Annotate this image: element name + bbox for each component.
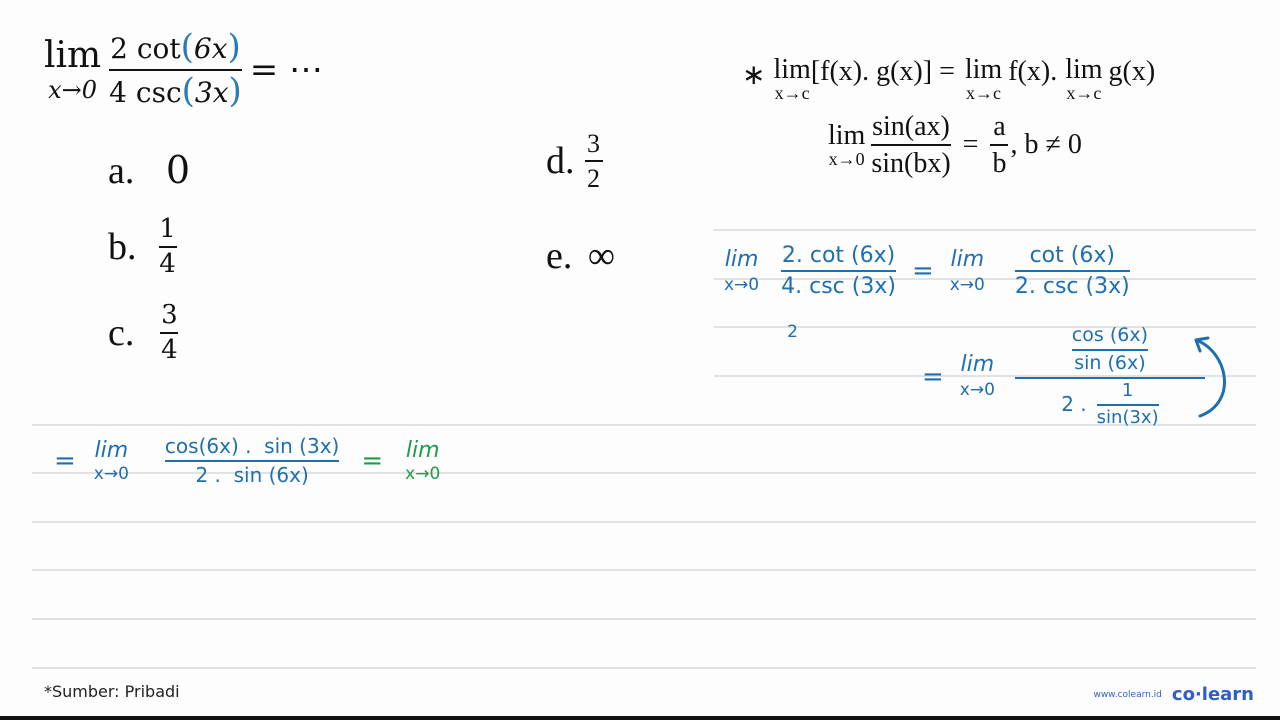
ruled-line — [32, 521, 1256, 523]
colearn-logo: co·learn — [1171, 684, 1254, 705]
brand-block[interactable]: www.colearn.id co·learn — [1093, 684, 1254, 705]
question-tail: = ⋯ — [249, 49, 324, 90]
fraction-bar — [109, 68, 242, 71]
ruled-line — [32, 618, 1256, 620]
option-a[interactable]: a. 0 — [108, 148, 190, 193]
option-c-fraction: 3 4 — [160, 300, 179, 366]
question-denominator: 4 csc(3x) — [109, 70, 242, 111]
option-d-fraction: 3 2 — [584, 130, 603, 193]
ruled-line — [32, 569, 1256, 571]
option-c[interactable]: c. 3 4 — [108, 300, 179, 366]
question-numerator: 2 cot(6x) — [110, 27, 241, 67]
option-e[interactable]: e. ∞ — [546, 234, 615, 278]
website-link[interactable]: www.colearn.id — [1093, 690, 1161, 700]
question-limit: lim x→0 — [44, 34, 102, 104]
option-b-fraction: 1 4 — [158, 214, 177, 280]
handwritten-step-3: = lim x→0 cos(6x) . sin (3x) 2 . sin (6x)… — [54, 434, 441, 487]
source-note: *Sumber: Pribadi — [44, 682, 180, 701]
formula-sin-ratio: lim x→0 sin(ax) sin(bx) = a b , b ≠ 0 — [828, 111, 1082, 180]
option-b[interactable]: b. 1 4 — [108, 214, 177, 280]
handwritten-step-1: lim x→0 2. cot (6x) 4. csc (3x) 2 = lim x→… — [724, 243, 1130, 342]
curved-arrow-icon — [1194, 336, 1226, 418]
question-expression: lim x→0 2 cot(6x) 4 csc(3x) = ⋯ — [44, 27, 324, 111]
lim-word: lim — [44, 34, 102, 76]
ruled-line — [714, 229, 1256, 231]
formula-product-rule: ∗ lim x→c [f(x). g(x)] = lim x→c f(x). lim… — [742, 54, 1156, 103]
option-d[interactable]: d. 3 2 — [546, 130, 603, 193]
bottom-bar — [0, 716, 1280, 720]
lim-subscript: x→0 — [48, 75, 98, 104]
cancel-note: 2 — [787, 322, 798, 342]
ruled-line — [32, 667, 1256, 669]
question-fraction: 2 cot(6x) 4 csc(3x) — [109, 27, 242, 111]
star-bullet: ∗ — [742, 60, 766, 91]
handwritten-step-2: = lim x→0 cos (6x) sin (6x) 2 . 1 sin(3x) — [922, 325, 1205, 428]
